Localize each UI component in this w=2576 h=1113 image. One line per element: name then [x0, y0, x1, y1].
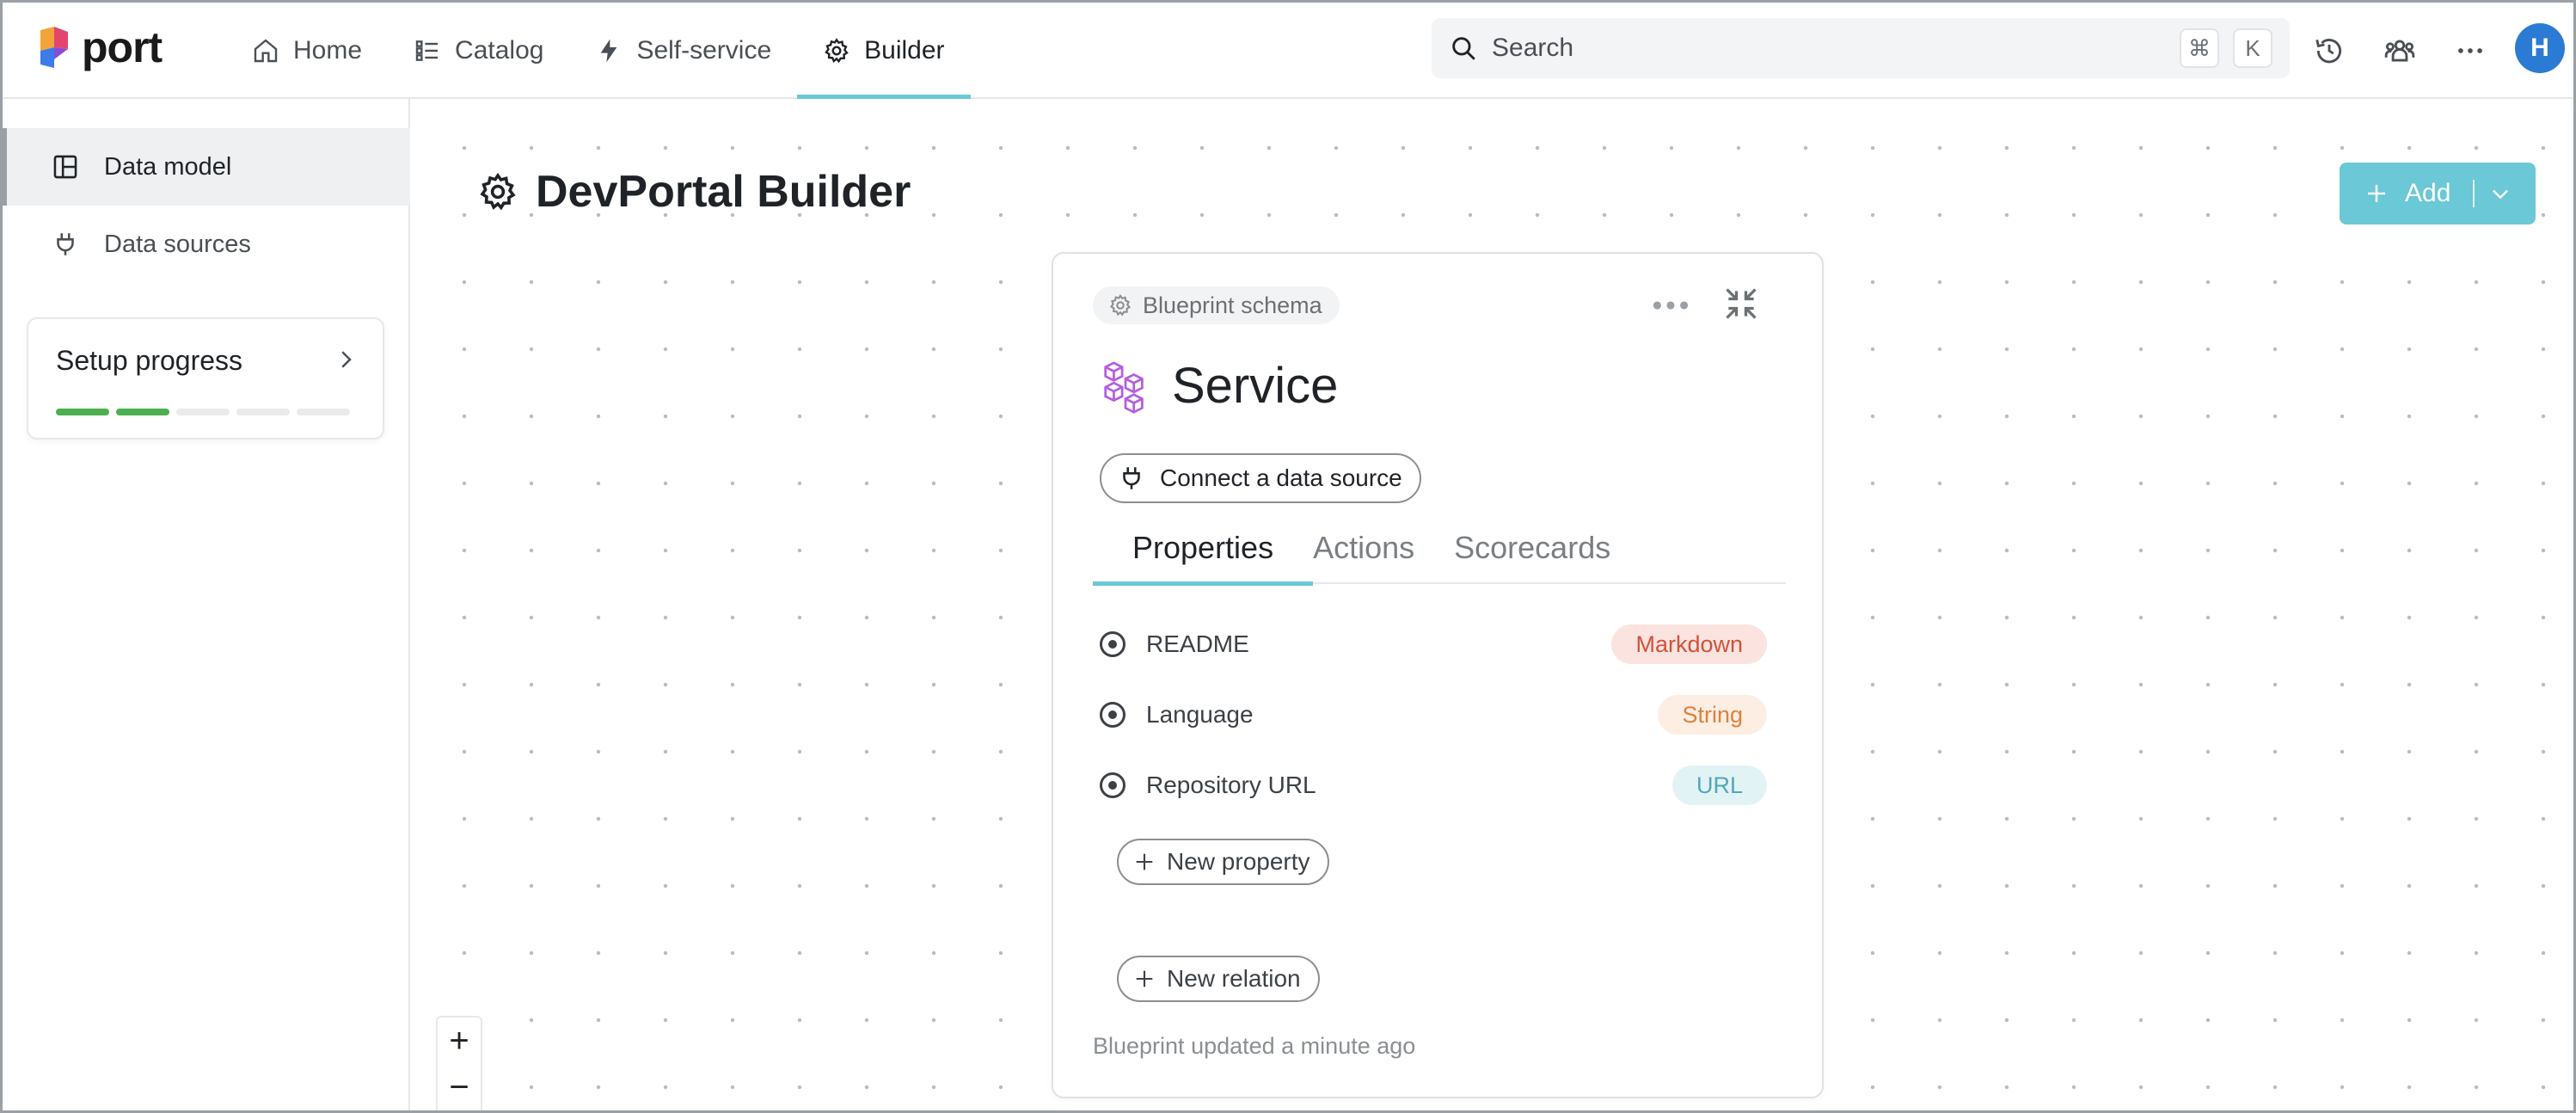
gear-icon [1109, 294, 1132, 317]
blueprint-card[interactable]: Blueprint schema Service Connect a data … [1052, 252, 1824, 1098]
shortcut-mod-key: ⌘ [2180, 28, 2219, 68]
gear-icon [480, 172, 516, 211]
blueprint-schema-label: Blueprint schema [1143, 292, 1322, 318]
more-menu-button[interactable] [2448, 28, 2493, 73]
nav-home[interactable]: Home [226, 3, 388, 99]
nav-builder-label: Builder [864, 36, 945, 65]
setup-progress-title: Setup progress [56, 345, 243, 376]
connect-data-source-button[interactable]: Connect a data source [1100, 453, 1421, 503]
property-radio-icon [1100, 702, 1125, 728]
shortcut-k-key: K [2233, 28, 2272, 68]
property-type-badge: Markdown [1611, 624, 1767, 664]
nav-catalog[interactable]: Catalog [388, 3, 569, 99]
blueprint-title: Service [1172, 358, 1339, 414]
top-bar: port Home Catalog Self-service Builder S… [3, 3, 2573, 99]
blueprint-updated-text: Blueprint updated a minute ago [1093, 1033, 1416, 1059]
sidebar-item-label: Data sources [104, 230, 251, 258]
search-icon [1452, 37, 1475, 60]
progress-step [116, 409, 169, 415]
team-button[interactable] [2377, 28, 2422, 73]
app-window: port Home Catalog Self-service Builder S… [0, 0, 2576, 1113]
property-type-badge: URL [1671, 766, 1767, 805]
zoom-controls: + − [436, 1016, 482, 1110]
nav-home-label: Home [293, 36, 363, 65]
nav-catalog-label: Catalog [455, 36, 544, 65]
plug-icon [57, 233, 74, 255]
more-horizontal-icon[interactable] [1648, 288, 1693, 323]
gear-icon [825, 38, 849, 64]
property-type-badge: String [1658, 695, 1767, 735]
layout-icon [53, 155, 77, 179]
history-button[interactable] [2307, 28, 2352, 73]
plus-icon [1136, 970, 1153, 987]
nav-self-service[interactable]: Self-service [569, 3, 797, 99]
property-name: Repository URL [1146, 772, 1316, 798]
progress-step [236, 409, 290, 415]
zoom-out-button[interactable]: − [438, 1064, 481, 1110]
add-button-label: Add [2405, 179, 2451, 207]
lightning-icon [601, 39, 617, 63]
sidebar-item-label: Data model [104, 152, 232, 181]
cubes-icon [1104, 361, 1144, 414]
page-header: DevPortal Builder [477, 166, 911, 218]
user-avatar[interactable]: H [2515, 23, 2565, 73]
connect-data-source-label: Connect a data source [1160, 464, 1402, 491]
port-logo-icon [40, 27, 68, 68]
search-input[interactable] [1492, 34, 2166, 63]
tab-properties[interactable]: Properties [1093, 512, 1314, 586]
sidebar-item-data-model[interactable]: Data model [3, 128, 410, 206]
more-horizontal-icon [2458, 48, 2482, 53]
new-relation-button[interactable]: New relation [1117, 956, 1320, 1002]
setup-progress-bar [56, 409, 350, 415]
home-icon [254, 39, 278, 63]
team-icon [2384, 40, 2415, 62]
blueprint-schema-chip: Blueprint schema [1093, 286, 1340, 324]
property-radio-icon [1100, 772, 1125, 798]
nav-self-service-label: Self-service [636, 36, 772, 65]
new-property-label: New property [1167, 848, 1310, 875]
history-icon [2315, 39, 2342, 64]
property-row-readme[interactable]: README Markdown [1100, 618, 1767, 670]
plus-icon [1136, 853, 1153, 870]
chevron-down-icon [2493, 189, 2509, 200]
property-radio-icon [1100, 631, 1125, 657]
progress-step [56, 409, 109, 415]
add-main-button[interactable]: Add [2340, 163, 2450, 224]
add-dropdown-toggle[interactable] [2475, 163, 2526, 224]
sidebar-item-data-sources[interactable]: Data sources [3, 206, 410, 283]
main-nav: Home Catalog Self-service Builder [226, 3, 971, 99]
zoom-in-button[interactable]: + [438, 1018, 481, 1064]
nav-builder[interactable]: Builder [797, 3, 971, 99]
property-row-language[interactable]: Language String [1100, 689, 1767, 741]
builder-canvas[interactable]: DevPortal Builder Add Blueprint schema S… [412, 101, 2573, 1110]
setup-progress-card[interactable]: Setup progress [27, 317, 384, 440]
tab-actions[interactable]: Actions [1313, 512, 1454, 584]
property-name: README [1146, 630, 1249, 657]
add-button[interactable]: Add [2340, 163, 2536, 224]
progress-step [297, 409, 350, 415]
new-relation-label: New relation [1167, 965, 1301, 992]
property-name: Language [1146, 701, 1254, 728]
chevron-right-icon [341, 351, 352, 368]
plus-icon [2368, 185, 2385, 202]
property-row-repository-url[interactable]: Repository URL URL [1100, 759, 1767, 811]
tab-scorecards[interactable]: Scorecards [1454, 512, 1650, 584]
list-icon [415, 40, 439, 61]
brand-name: port [82, 23, 163, 71]
search-bar[interactable]: ⌘ K [1432, 18, 2290, 78]
page-title: DevPortal Builder [536, 167, 911, 217]
collapse-icon[interactable] [1722, 285, 1760, 323]
blueprint-tabs: Properties Actions Scorecards [1093, 512, 1786, 586]
progress-step [176, 409, 230, 415]
new-property-button[interactable]: New property [1117, 839, 1329, 885]
port-logo[interactable]: port [37, 23, 163, 71]
plug-icon [1123, 467, 1140, 489]
sidebar: Data model Data sources Setup progress [3, 99, 410, 1110]
